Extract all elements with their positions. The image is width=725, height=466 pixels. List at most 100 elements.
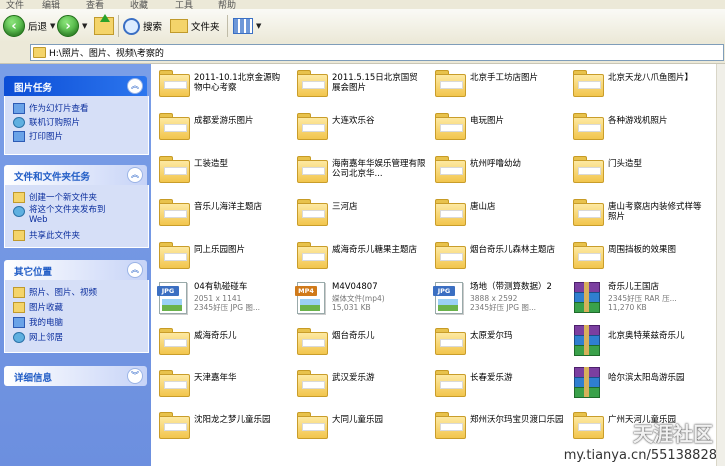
folder-item[interactable]: 大连欢乐谷 xyxy=(289,107,427,149)
folder-item[interactable]: 长春爱乐游 xyxy=(427,364,565,406)
picture-tasks-header[interactable]: 图片任务 ︽ xyxy=(4,76,147,96)
folder-item[interactable]: 郑州沃尔玛宝贝渡口乐园 xyxy=(427,406,565,448)
folder-item[interactable]: 威海奇乐儿糖果主题店 xyxy=(289,236,427,278)
folder-icon xyxy=(435,370,466,397)
item-name: 音乐儿海洋主题店 xyxy=(194,202,263,212)
folder-item[interactable]: 各种游戏机照片 xyxy=(565,107,703,149)
task-publish-web[interactable]: 将这个文件夹发布到 Web xyxy=(13,205,123,225)
collapse-icon[interactable]: ︽ xyxy=(127,78,143,94)
place-label: 照片、图片、视频 xyxy=(29,288,98,298)
folder-item[interactable]: 天津嘉年华 xyxy=(151,364,289,406)
expand-icon[interactable]: ︾ xyxy=(127,368,143,384)
task-new-folder[interactable]: 创建一个新文件夹 xyxy=(13,191,97,203)
folder-item[interactable]: 杭州呼噜幼幼 xyxy=(427,150,565,192)
menu-help[interactable]: 帮助 xyxy=(218,0,236,9)
folder-icon xyxy=(435,199,466,226)
other-places-header[interactable]: 其它位置 ︽ xyxy=(4,260,147,280)
folder-item[interactable]: 北京天龙八爪鱼图片】 xyxy=(565,64,703,106)
folder-item[interactable]: 烟台奇乐儿 xyxy=(289,322,427,364)
item-name: 哈尔滨太阳岛游乐园 xyxy=(608,373,685,383)
place-label: 网上邻居 xyxy=(29,333,64,343)
item-name: 奇乐儿王国店 xyxy=(608,282,660,292)
file-item[interactable]: 哈尔滨太阳岛游乐园 xyxy=(565,364,703,406)
address-input[interactable]: H:\照片、图片、视频\考察的 xyxy=(30,44,724,61)
image-file-icon: JPG xyxy=(157,282,187,314)
folder-item[interactable]: 2011.5.15日北京国贸展会图片 xyxy=(289,64,427,106)
folder-item[interactable]: 成都爱游乐图片 xyxy=(151,107,289,149)
file-item[interactable]: JPG 04有轨碰碰车 2051 x 1141 2345好压 JPG 图... xyxy=(151,279,289,321)
folder-item[interactable]: 电玩图片 xyxy=(427,107,565,149)
folder-item[interactable]: 唐山店 xyxy=(427,193,565,235)
folder-item[interactable]: 门头造型 xyxy=(565,150,703,192)
task-slideshow[interactable]: 作为幻灯片查看 xyxy=(13,102,89,114)
folder-item[interactable]: 武汉爱乐游 xyxy=(289,364,427,406)
menu-file[interactable]: 文件 xyxy=(6,0,24,9)
folder-item[interactable]: 太原爱尔玛 xyxy=(427,322,565,364)
folder-icon xyxy=(435,113,466,140)
folder-icon xyxy=(159,70,190,97)
views-button[interactable]: ▼ xyxy=(233,13,261,39)
task-share-folder[interactable]: 共享此文件夹 xyxy=(13,229,80,241)
task-label: 共享此文件夹 xyxy=(29,231,81,241)
file-item[interactable]: MP4 M4V04807 媒体文件(mp4) 15,031 KB xyxy=(289,279,427,321)
folder-item[interactable]: 音乐儿海洋主题店 xyxy=(151,193,289,235)
other-places-pane: 照片、图片、视频 图片收藏 我的电脑 网上邻居 xyxy=(4,280,149,353)
file-item[interactable]: 奇乐儿王国店 2345好压 RAR 压... 11,270 KB xyxy=(565,279,703,321)
item-name: 威海奇乐儿 xyxy=(194,331,237,341)
place-network[interactable]: 网上邻居 xyxy=(13,331,63,343)
other-places-title: 其它位置 xyxy=(14,267,53,278)
folder-item[interactable]: 同上乐园图片 xyxy=(151,236,289,278)
folder-icon xyxy=(159,113,190,140)
folder-item[interactable]: 工装造型 xyxy=(151,150,289,192)
back-button[interactable]: ‹ 后退 ▼ xyxy=(3,13,55,39)
folder-item[interactable]: 威海奇乐儿 xyxy=(151,322,289,364)
place-my-pictures[interactable]: 图片收藏 xyxy=(13,301,63,313)
task-print[interactable]: 打印图片 xyxy=(13,130,63,142)
collapse-icon[interactable]: ︽ xyxy=(127,167,143,183)
place-pictures-videos[interactable]: 照片、图片、视频 xyxy=(13,286,97,298)
folder-icon xyxy=(573,199,604,226)
item-name: 北京手工坊店图片 xyxy=(470,73,539,83)
task-order-prints[interactable]: 联机订购照片 xyxy=(13,116,80,128)
folder-item[interactable]: 沈阳龙之梦儿童乐园 xyxy=(151,406,289,448)
menu-view[interactable]: 查看 xyxy=(86,0,104,9)
chevron-down-icon[interactable]: ▼ xyxy=(82,22,87,30)
folder-icon xyxy=(159,412,190,439)
folder-item[interactable]: 2011-10.1北京金源购物中心考察 xyxy=(151,64,289,106)
forward-button[interactable]: › ▼ xyxy=(57,13,87,39)
folder-item[interactable]: 北京手工坊店图片 xyxy=(427,64,565,106)
file-item[interactable]: 北京奥特莱兹奇乐儿 xyxy=(565,322,703,364)
item-meta: 2345好压 JPG 图... xyxy=(194,303,261,312)
item-name: 唐山店 xyxy=(470,202,496,212)
chevron-down-icon[interactable]: ▼ xyxy=(50,22,55,30)
details-header[interactable]: 详细信息 ︾ xyxy=(4,366,147,386)
folder-icon xyxy=(159,328,190,355)
folder-icon xyxy=(573,156,604,183)
folder-item[interactable]: 烟台奇乐儿森林主题店 xyxy=(427,236,565,278)
folder-item[interactable]: 海南嘉年华娱乐管理有限公司北京华... xyxy=(289,150,427,192)
menu-tools[interactable]: 工具 xyxy=(175,0,193,9)
file-item[interactable]: JPG 场地（带测算数据）2 3888 x 2592 2345好压 JPG 图... xyxy=(427,279,565,321)
computer-icon xyxy=(13,317,25,328)
place-my-computer[interactable]: 我的电脑 xyxy=(13,316,63,328)
folder-item[interactable]: 周围挡板的效果图 xyxy=(565,236,703,278)
task-label: 联机订购照片 xyxy=(29,118,81,128)
folder-icon xyxy=(573,412,604,439)
up-folder-button[interactable] xyxy=(94,13,114,39)
folder-item[interactable]: 三河店 xyxy=(289,193,427,235)
menu-favorites[interactable]: 收藏 xyxy=(130,0,148,9)
item-name: 周围挡板的效果图 xyxy=(608,245,677,255)
collapse-icon[interactable]: ︽ xyxy=(127,262,143,278)
chevron-down-icon[interactable]: ▼ xyxy=(256,22,261,30)
item-name: 大同儿童乐园 xyxy=(332,415,384,425)
menu-edit[interactable]: 编辑 xyxy=(42,0,60,9)
folder-item[interactable]: 大同儿童乐园 xyxy=(289,406,427,448)
search-button[interactable]: 搜索 xyxy=(123,13,162,39)
picture-tasks-title: 图片任务 xyxy=(14,83,53,94)
item-name: 成都爱游乐图片 xyxy=(194,116,254,126)
folder-icon xyxy=(297,113,328,140)
vertical-scrollbar[interactable] xyxy=(716,64,725,466)
file-tasks-header[interactable]: 文件和文件夹任务 ︽ xyxy=(4,165,147,185)
folders-button[interactable]: 文件夹 xyxy=(170,13,220,39)
folder-item[interactable]: 唐山考察店内装修式样等照片 xyxy=(565,193,703,235)
